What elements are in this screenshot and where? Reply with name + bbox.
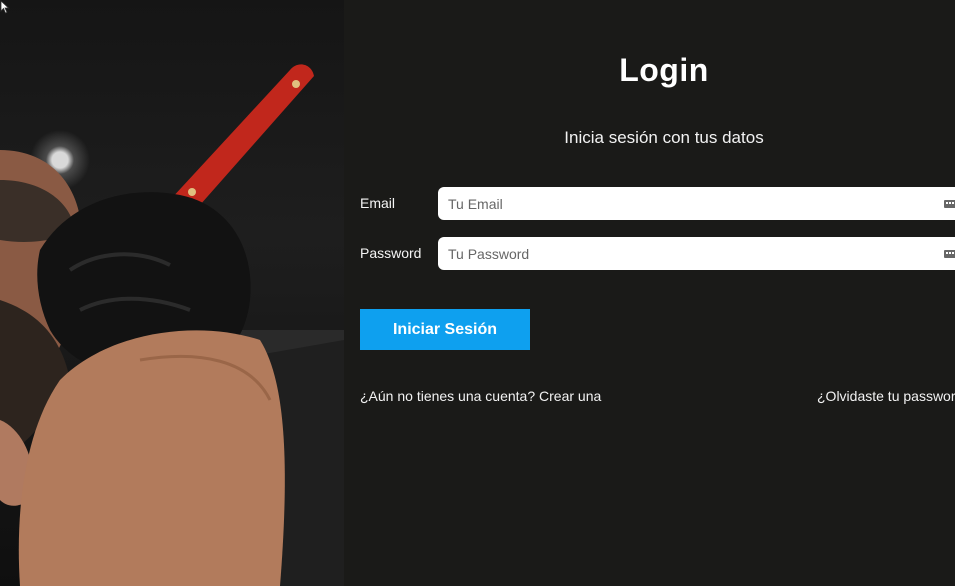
login-button[interactable]: Iniciar Sesión bbox=[360, 309, 530, 350]
password-field[interactable] bbox=[438, 237, 955, 270]
page-title: Login bbox=[619, 52, 709, 88]
password-label: Password bbox=[360, 245, 422, 261]
email-field[interactable] bbox=[438, 187, 955, 220]
mouse-pointer-icon bbox=[0, 0, 10, 14]
register-link[interactable]: ¿Aún no tienes una cuenta? Crear una bbox=[360, 388, 601, 404]
forgot-password-link[interactable]: ¿Olvidaste tu password? bbox=[817, 388, 955, 404]
email-label: Email bbox=[360, 195, 396, 211]
password-manager-icon[interactable] bbox=[944, 249, 955, 259]
page-subtitle: Inicia sesión con tus datos bbox=[564, 128, 764, 147]
login-panel: Login Inicia sesión con tus datos Email … bbox=[344, 0, 955, 586]
hero-image-barber bbox=[0, 0, 344, 586]
barber-shaving-illustration bbox=[0, 64, 344, 586]
password-manager-icon[interactable] bbox=[944, 199, 955, 209]
